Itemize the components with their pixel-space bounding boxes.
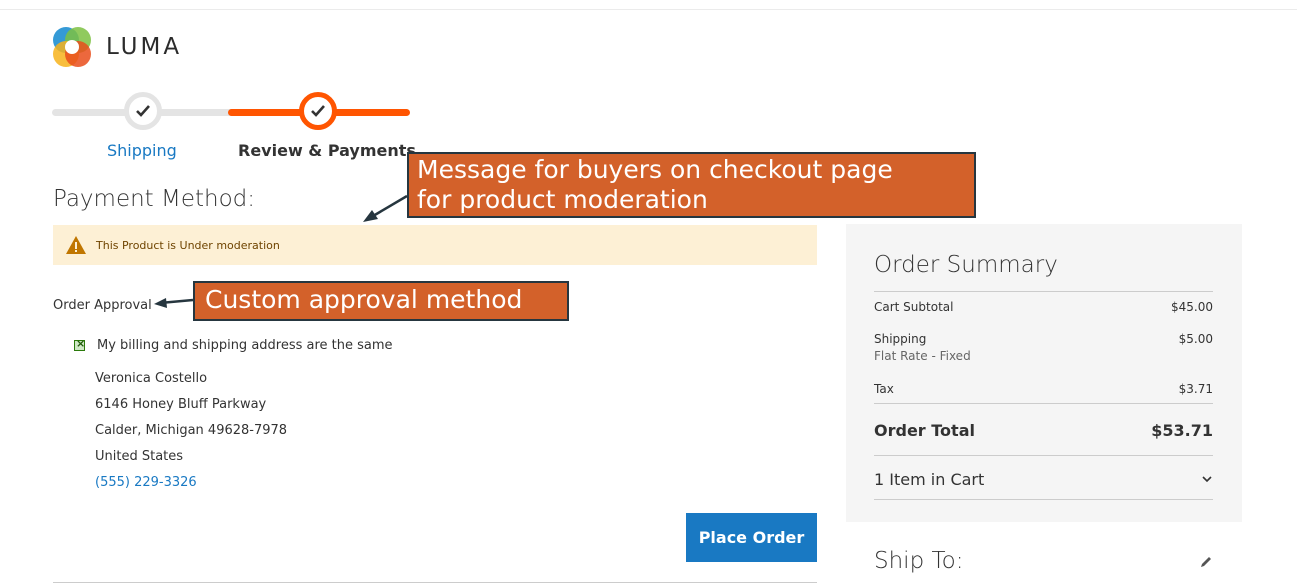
address-city: Calder, Michigan 49628-7978 — [95, 423, 288, 438]
luma-logo-icon — [53, 27, 91, 67]
summary-divider — [874, 455, 1213, 456]
tax-value: $3.71 — [1178, 382, 1213, 396]
step-review-label: Review & Payments — [238, 141, 416, 160]
address-phone-link[interactable]: (555) 229-3326 — [95, 475, 197, 490]
annotation-callout-moderation: Message for buyers on checkout page for … — [407, 152, 976, 218]
warning-icon — [66, 236, 86, 254]
order-summary-title: Order Summary — [874, 252, 1058, 278]
store-logo[interactable]: LUMA — [52, 26, 182, 68]
annotation-callout-line-1: Message for buyers on checkout page — [417, 155, 893, 184]
edit-pencil-icon[interactable] — [1199, 555, 1213, 569]
summary-divider — [874, 499, 1213, 500]
check-icon — [311, 105, 325, 117]
place-order-button[interactable]: Place Order — [686, 513, 817, 562]
summary-divider — [874, 291, 1213, 292]
address-street: 6146 Honey Bluff Parkway — [95, 397, 267, 412]
check-icon — [136, 105, 150, 117]
step-shipping-dot[interactable] — [124, 92, 162, 130]
chevron-down-icon[interactable] — [1201, 474, 1213, 484]
payment-option-order-approval[interactable]: Order Approval — [53, 298, 152, 313]
moderation-notice: This Product is Under moderation — [53, 225, 817, 265]
address-country: United States — [95, 449, 184, 464]
payment-divider — [53, 582, 817, 583]
subtotal-label: Cart Subtotal — [874, 300, 954, 314]
shipping-label: Shipping — [874, 332, 927, 346]
summary-divider — [874, 403, 1213, 404]
billing-same-label[interactable]: My billing and shipping address are the … — [97, 338, 393, 353]
billing-same-checkbox[interactable] — [74, 337, 85, 351]
header-divider — [0, 9, 1297, 10]
annotation-callout-approval: Custom approval method — [193, 281, 569, 321]
ship-to-title: Ship To: — [874, 548, 964, 574]
order-total-label: Order Total — [874, 421, 975, 440]
order-total-value: $53.71 — [1151, 421, 1213, 440]
shipping-value: $5.00 — [1178, 332, 1213, 346]
subtotal-value: $45.00 — [1171, 300, 1213, 314]
items-in-cart-toggle[interactable]: 1 Item in Cart — [874, 470, 984, 489]
annotation-arrow-moderation — [363, 194, 408, 222]
moderation-notice-text: This Product is Under moderation — [96, 238, 280, 252]
step-shipping-label[interactable]: Shipping — [107, 141, 177, 160]
shipping-method: Flat Rate - Fixed — [874, 349, 971, 363]
step-review-dot — [299, 92, 337, 130]
address-name: Veronica Costello — [95, 371, 208, 386]
tax-label: Tax — [874, 382, 894, 396]
annotation-callout-line-2: for product moderation — [417, 185, 708, 214]
annotation-arrow-approval — [154, 298, 194, 308]
payment-method-title: Payment Method: — [53, 186, 256, 212]
billing-same-row[interactable]: My billing and shipping address are the … — [74, 337, 393, 353]
brand-name: LUMA — [106, 34, 183, 60]
